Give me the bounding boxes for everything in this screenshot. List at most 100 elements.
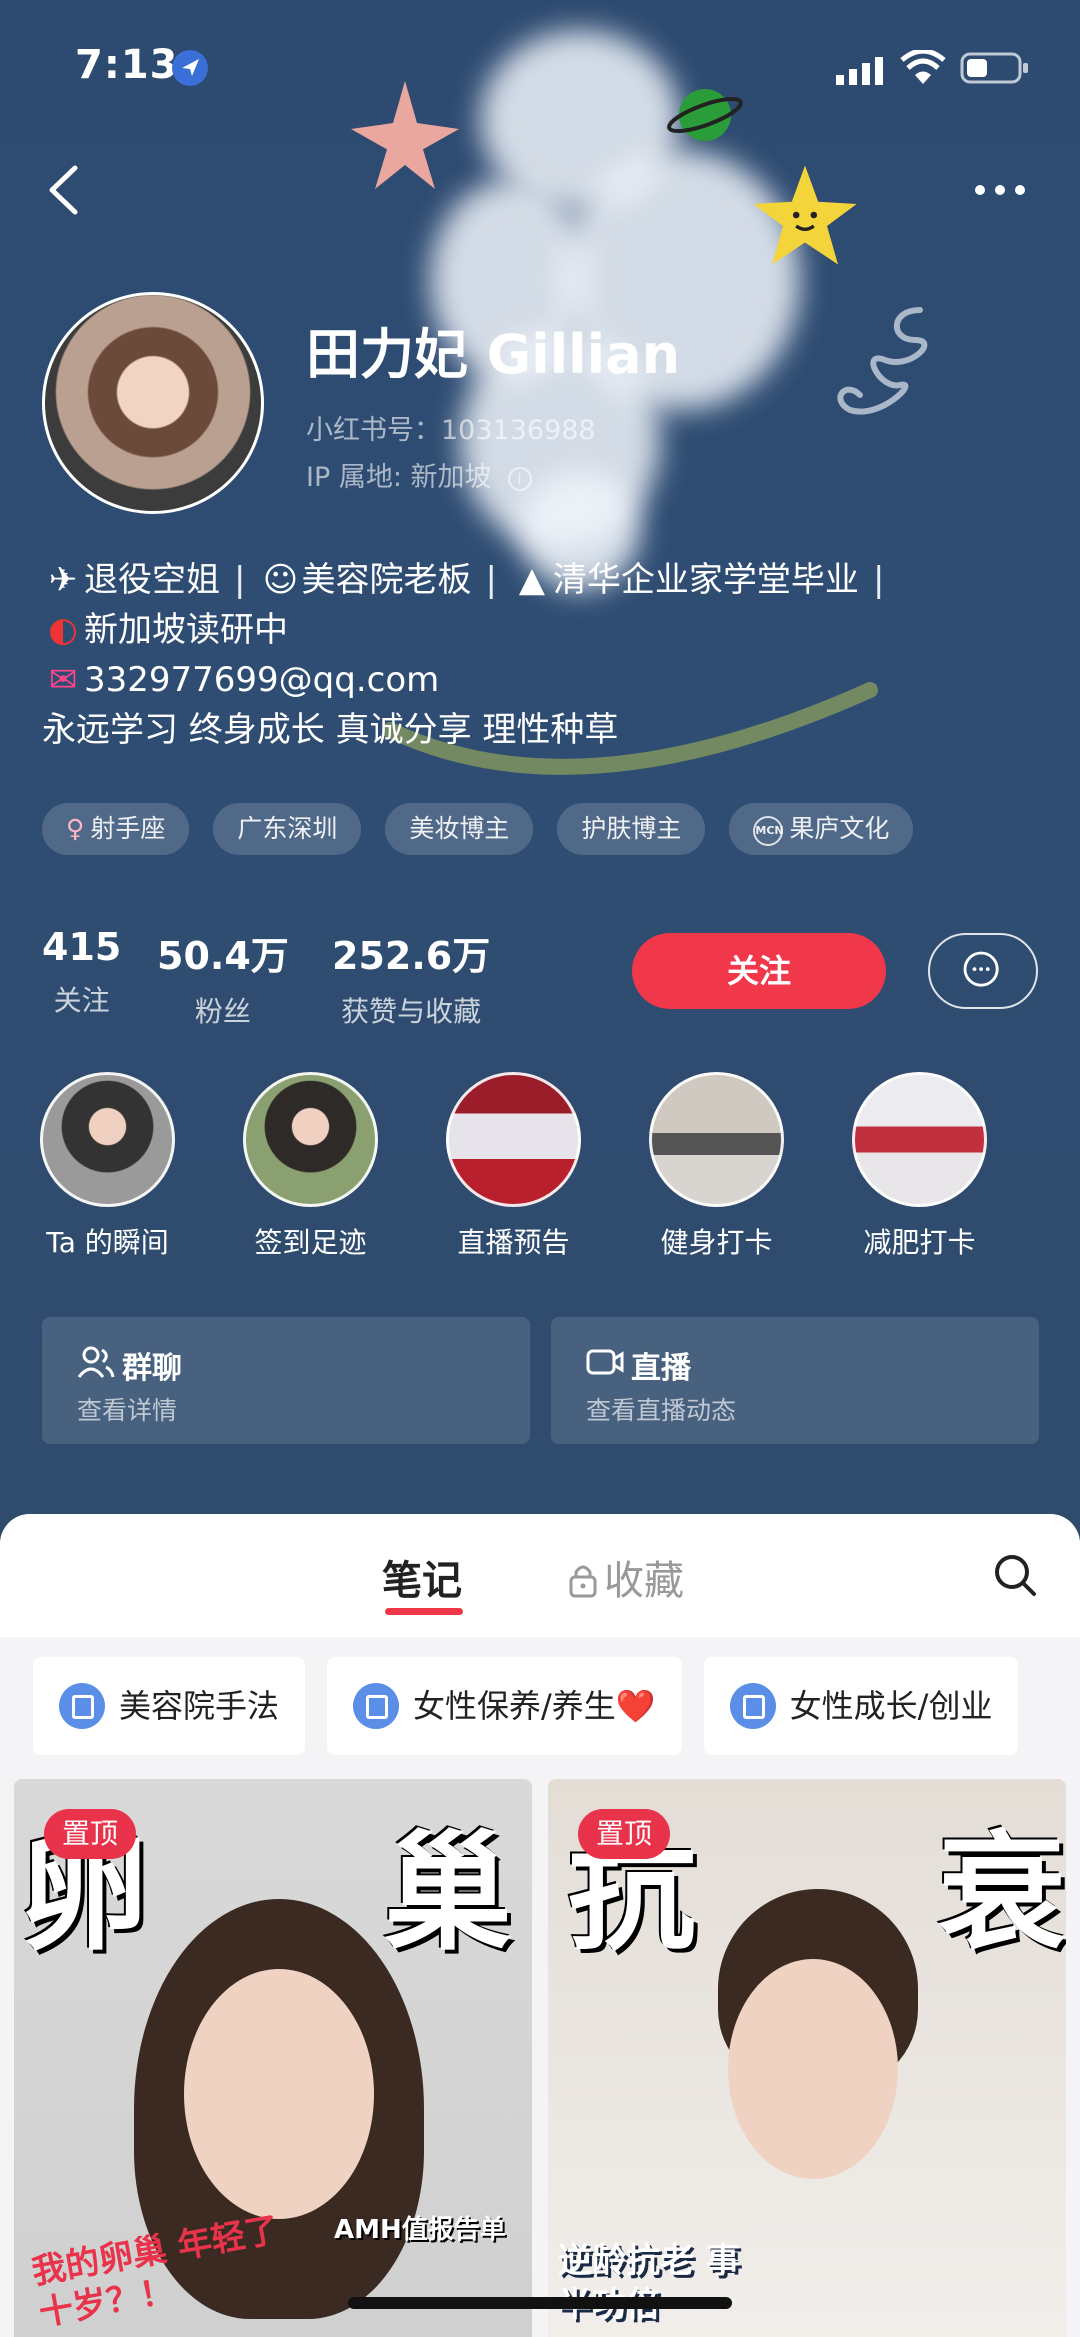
highlight-cover [40,1072,175,1207]
bio: ✈ 退役空姐 | ☺美容院老板 | ▲ 清华企业家学堂毕业 | ◐ 新加坡读研中 ✉ 332977… [42,555,1042,755]
chip-label: 美容院手法 [119,1687,280,1725]
tag-location[interactable]: 广东深圳 [213,803,362,855]
highlight-cover [649,1072,784,1207]
highlight-label: 健身打卡 [660,1226,773,1259]
highlight-label: 直播预告 [457,1226,570,1259]
highlight-fitness[interactable]: 健身打卡 [649,1072,784,1261]
tab-active-indicator [385,1608,463,1615]
bio-line: ✈ 退役空姐 | ☺美容院老板 | ▲ 清华企业家学堂毕业 | [42,555,1042,605]
status-bar: 7:13 [0,0,1080,130]
note-image [184,1969,374,2219]
content-tabs: 笔记 收藏 [0,1514,1080,1637]
cellular-signal-icon [836,57,883,85]
message-button[interactable] [928,933,1038,1009]
group-icon [77,1346,115,1378]
pinned-badge: 置顶 [578,1809,671,1859]
bio-text: 退役空姐 [84,560,220,600]
graduation-cap-icon: ▲ [518,560,546,600]
follow-button[interactable]: 关注 [632,933,886,1009]
bio-text: 新加坡读研中 [84,610,288,650]
content-sheet: 笔记 收藏 美容院手法 女性保养/养生❤️ 女性成长/创业 卵 巢 置顶 我的卵… [0,1514,1080,2337]
search-icon[interactable] [992,1552,1038,1598]
highlight-label: Ta 的瞬间 [46,1226,169,1259]
note-card[interactable]: 卵 巢 置顶 我的卵巢 年轻了十岁？！ AMH值报告单 [14,1779,532,2337]
highlight-cover [446,1072,581,1207]
location-arrow-icon [172,50,208,86]
tag-mcn[interactable]: MCN 果庐文化 [729,803,914,855]
bio-text: 清华企业家学堂毕业 [552,560,859,600]
stat-following[interactable]: 415 关注 [42,925,121,1019]
avatar[interactable] [42,292,264,514]
card-subtitle: 查看直播动态 [586,1396,737,1425]
chip-collection[interactable]: 女性保养/养生❤️ [327,1657,682,1755]
profile-tags: ♀ 射手座 广东深圳 美妆博主 护肤博主 MCN 果庐文化 [42,803,914,855]
group-chat-card[interactable]: 群聊 查看详情 [42,1317,530,1444]
chip-collection[interactable]: 美容院手法 [33,1657,306,1755]
woman-face-icon: ☺ [262,560,299,600]
note-title-char: 巢 [384,1819,513,1968]
tag-category[interactable]: 护肤博主 [557,803,706,855]
bio-line: ◐ 新加坡读研中 [42,605,1042,655]
chip-collection[interactable]: 女性成长/创业 [703,1657,1019,1755]
profile-header-background [0,0,1080,1540]
divider: | [872,560,885,600]
stat-label: 关注 [53,984,110,1017]
smiley-star-icon [753,165,857,265]
stat-value: 415 [42,925,122,969]
bio-motto: 永远学习 终身成长 真诚分享 理性种草 [42,710,619,750]
collection-icon [353,1683,400,1729]
mcn-icon: MCN [753,816,784,846]
wifi-icon [900,50,946,84]
more-options-icon[interactable] [970,170,1030,210]
note-image [728,1959,898,2179]
ip-location-text: IP 属地: 新加坡 [306,462,492,493]
collection-icon [729,1683,776,1729]
chip-label: 女性保养/养生❤️ [413,1687,656,1725]
highlight-label: 签到足迹 [254,1226,367,1259]
stat-value: 252.6万 [332,934,491,978]
divider: | [234,560,246,600]
lock-icon [569,1565,597,1598]
tag-category[interactable]: 美妆博主 [385,803,534,855]
back-icon[interactable] [40,160,90,220]
stat-followers[interactable]: 50.4万 粉丝 [157,925,289,1030]
note-caption: AMH值报告单 [334,2215,506,2245]
tag-label: 射手座 [90,814,166,843]
spring-decoration-icon [837,307,928,415]
tag-zodiac[interactable]: ♀ 射手座 [42,803,190,855]
card-title: 群聊 [122,1351,182,1386]
card-subtitle: 查看详情 [77,1396,178,1425]
highlight-checkin[interactable]: 签到足迹 [243,1072,378,1261]
highlight-weight-loss[interactable]: 减肥打卡 [852,1072,987,1261]
redbook-id: 小红书号：103136988 [306,415,596,446]
chat-bubble-icon [963,951,999,987]
love-letter-icon: ✉ [48,660,78,700]
tab-label: 收藏 [604,1558,684,1604]
info-icon[interactable]: i [507,467,532,491]
card-title: 直播 [631,1351,691,1386]
tag-label: 果庐文化 [789,814,890,843]
live-card[interactable]: 直播 查看直播动态 [551,1317,1039,1444]
airplane-icon: ✈ [48,560,78,600]
stat-likes-collections[interactable]: 252.6万 获赞与收藏 [332,925,490,1030]
tab-favorites[interactable]: 收藏 [568,1548,684,1606]
pinned-badge: 置顶 [44,1809,137,1859]
highlight-live-preview[interactable]: 直播预告 [446,1072,581,1261]
stat-value: 50.4万 [157,934,289,978]
note-caption: 逆龄抗老 事半功倍 [558,2241,740,2325]
highlight-moments[interactable]: Ta 的瞬间 [40,1072,175,1261]
tab-notes[interactable]: 笔记 [382,1548,462,1606]
stat-label: 获赞与收藏 [341,995,482,1028]
home-indicator[interactable] [348,2297,732,2309]
stat-label: 粉丝 [194,995,251,1028]
chip-label: 女性成长/创业 [789,1687,993,1725]
note-title-char: 衰 [938,1819,1066,1968]
profile-name: 田力妃 Gillian [306,323,681,386]
bio-line: 永远学习 终身成长 真诚分享 理性种草 [42,705,1042,755]
note-card[interactable]: 抗 衰 置顶 逆龄抗老 事半功倍 [548,1779,1066,2337]
highlight-cover [243,1072,378,1207]
ip-location: IP 属地: 新加坡 i [306,455,532,494]
highlights: Ta 的瞬间 签到足迹 直播预告 健身打卡 减肥打卡 [40,1072,1040,1261]
video-camera-icon [586,1349,624,1375]
divider: | [485,560,497,600]
